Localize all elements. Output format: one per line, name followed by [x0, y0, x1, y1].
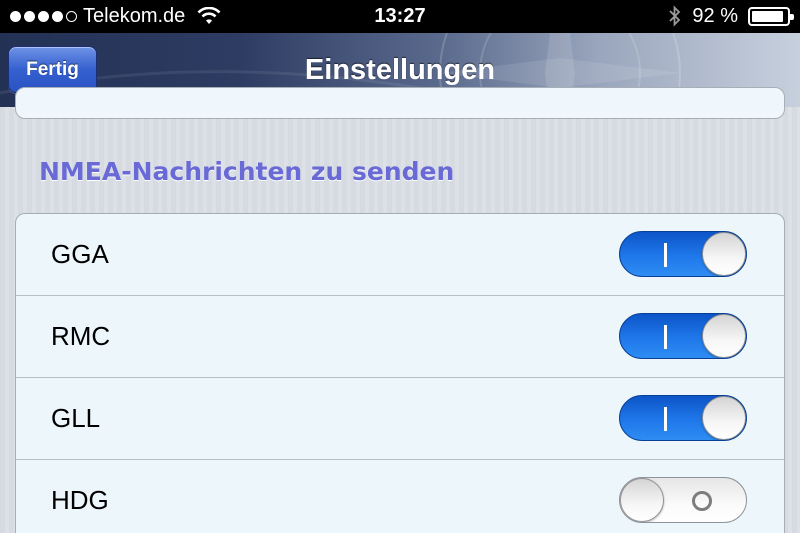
row-label: GGA [51, 239, 109, 269]
signal-strength-icon [10, 10, 77, 22]
toggle-knob[interactable] [702, 396, 746, 440]
bluetooth-icon [669, 5, 681, 27]
settings-content[interactable]: NMEA-Nachrichten zu senden GGA RMC GLL H… [0, 87, 800, 533]
status-bar: Telekom.de 13:27 92 % [0, 0, 800, 33]
settings-row-gga: GGA [16, 214, 784, 296]
hdg-toggle-switch[interactable] [619, 477, 747, 523]
on-glyph-icon [664, 407, 667, 431]
battery-icon [748, 6, 794, 26]
battery-percent: 92 % [692, 5, 738, 27]
section-header: NMEA-Nachrichten zu senden [39, 157, 455, 186]
previous-settings-group [15, 87, 785, 119]
on-glyph-icon [664, 243, 667, 267]
settings-row-hdg: HDG [16, 460, 784, 533]
nmea-messages-group: GGA RMC GLL HDG [15, 213, 785, 533]
toggle-knob[interactable] [702, 314, 746, 358]
gga-toggle-switch[interactable] [619, 231, 747, 277]
carrier-name: Telekom.de [83, 5, 186, 27]
gll-toggle-switch[interactable] [619, 395, 747, 441]
off-glyph-icon [692, 491, 712, 511]
toggle-knob[interactable] [702, 232, 746, 276]
row-label: HDG [51, 485, 109, 515]
row-label: RMC [51, 321, 111, 351]
settings-row-rmc: RMC [16, 296, 784, 378]
settings-row-gll: GLL [16, 378, 784, 460]
status-bar-right: 92 % [668, 5, 794, 27]
on-glyph-icon [664, 325, 667, 349]
battery-level [752, 10, 784, 22]
toggle-knob[interactable] [620, 478, 664, 522]
status-bar-left: Telekom.de [10, 5, 221, 27]
rmc-toggle-switch[interactable] [619, 313, 747, 359]
row-label: GLL [51, 403, 101, 433]
wifi-icon [197, 7, 221, 24]
